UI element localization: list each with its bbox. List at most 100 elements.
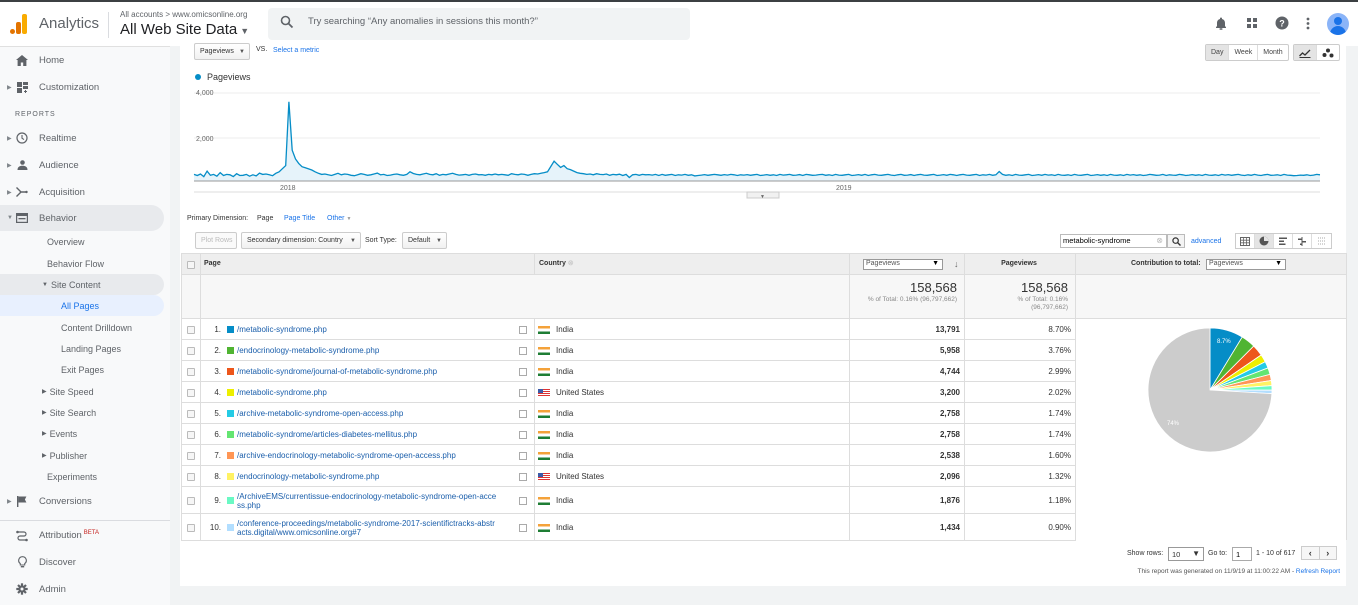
page-link[interactable]: /ArchiveEMS/currentissue-endocrinology-m… — [237, 492, 496, 510]
contribution-selector[interactable]: Pageviews ▼ — [1206, 259, 1286, 270]
sidebar-item-acquisition[interactable]: ▶ Acquisition — [0, 179, 164, 205]
sidebar-item-behavior-flow[interactable]: Behavior Flow — [0, 253, 164, 274]
data-table-view-button[interactable] — [1236, 234, 1255, 248]
sidebar-item-content-drilldown[interactable]: Content Drilldown — [0, 317, 164, 338]
page-link[interactable]: /metabolic-syndrome.php — [237, 325, 327, 334]
help-icon[interactable]: ? — [1274, 15, 1290, 31]
search-box[interactable] — [268, 8, 690, 40]
open-link-icon[interactable] — [519, 368, 527, 376]
primary-dimension-other[interactable]: Other ▼ — [327, 215, 351, 222]
sidebar-item-conversions[interactable]: ▶ Conversions — [0, 488, 164, 514]
column-header-country[interactable]: Country ⊗ — [539, 259, 574, 267]
open-link-icon[interactable] — [519, 524, 527, 532]
page-link[interactable]: /metabolic-syndrome/articles-diabetes-me… — [237, 430, 417, 439]
row-checkbox[interactable] — [187, 326, 195, 334]
open-link-icon[interactable] — [519, 347, 527, 355]
sidebar-item-audience[interactable]: ▶ Audience — [0, 152, 164, 178]
secondary-dimension-selector[interactable]: Secondary dimension: Country ▼ — [241, 232, 361, 249]
page-link[interactable]: /metabolic-syndrome.php — [237, 388, 327, 397]
sidebar-item-attribution[interactable]: Attribution BETA — [0, 523, 164, 549]
page-link[interactable]: /conference-proceedings/metabolic-syndro… — [237, 519, 495, 537]
open-link-icon[interactable] — [519, 389, 527, 397]
primary-dimension-page[interactable]: Page — [257, 215, 273, 222]
breadcrumb-site[interactable]: www.omicsonline.org — [172, 10, 247, 19]
granularity-month-button[interactable]: Month — [1258, 45, 1287, 60]
metric-selector[interactable]: Pageviews ▼ — [194, 43, 250, 60]
sidebar-item-customization[interactable]: ▶ Customization — [0, 74, 164, 100]
open-link-icon[interactable] — [519, 431, 527, 439]
analytics-logo-icon[interactable] — [10, 14, 28, 34]
sidebar-item-admin[interactable]: Admin — [0, 576, 164, 602]
open-link-icon[interactable] — [519, 497, 527, 505]
performance-view-button[interactable] — [1274, 234, 1293, 248]
goto-page-input[interactable] — [1232, 547, 1252, 561]
sidebar-item-events[interactable]: ▶ Events — [0, 423, 164, 444]
sidebar-item-home[interactable]: Home — [0, 47, 164, 73]
row-checkbox[interactable] — [187, 389, 195, 397]
filter-search-button[interactable] — [1167, 234, 1185, 248]
row-checkbox[interactable] — [187, 368, 195, 376]
previous-page-button[interactable]: ‹ — [1302, 547, 1320, 559]
metric-column-selector[interactable]: Pageviews ▼ — [863, 259, 943, 270]
clear-filter-icon[interactable]: ⊗ — [1156, 236, 1163, 245]
pie-chart-view-button[interactable] — [1255, 234, 1274, 248]
select-all-checkbox[interactable] — [187, 261, 195, 269]
page-link[interactable]: /archive-endocrinology-metabolic-syndrom… — [237, 451, 456, 460]
open-link-icon[interactable] — [519, 326, 527, 334]
page-link[interactable]: /endocrinology-metabolic-syndrome.php — [237, 346, 379, 355]
column-header-page[interactable]: Page — [204, 260, 221, 267]
open-link-icon[interactable] — [519, 452, 527, 460]
row-checkbox[interactable] — [187, 410, 195, 418]
page-link[interactable]: /metabolic-syndrome/journal-of-metabolic… — [237, 367, 437, 376]
sort-type-selector[interactable]: Default ▼ — [402, 232, 447, 249]
advanced-filter-link[interactable]: advanced — [1191, 238, 1221, 245]
primary-dimension-page-title[interactable]: Page Title — [284, 215, 315, 222]
property-selector[interactable]: All Web Site Data ▼ — [120, 21, 249, 38]
row-checkbox[interactable] — [187, 347, 195, 355]
account-avatar[interactable] — [1327, 13, 1349, 35]
show-rows-selector[interactable]: 10 ▼ — [1168, 547, 1204, 561]
plot-rows-button[interactable]: Plot Rows — [195, 232, 237, 249]
sidebar-item-overview[interactable]: Overview — [0, 231, 164, 252]
page-link[interactable]: /archive-metabolic-syndrome-open-access.… — [237, 409, 403, 418]
row-checkbox[interactable] — [187, 473, 195, 481]
sidebar-item-site-search[interactable]: ▶ Site Search — [0, 402, 164, 423]
remove-dimension-icon[interactable]: ⊗ — [568, 260, 574, 267]
sidebar-item-landing-pages[interactable]: Landing Pages — [0, 338, 164, 359]
column-header-pageviews[interactable]: Pageviews — [964, 260, 1074, 267]
table-filter-box[interactable]: ⊗ — [1060, 234, 1167, 248]
line-chart-button[interactable] — [1294, 45, 1317, 60]
sidebar-item-exit-pages[interactable]: Exit Pages — [0, 359, 164, 380]
motion-chart-button[interactable] — [1317, 45, 1339, 60]
sidebar-item-site-content[interactable]: ▼ Site Content — [0, 274, 164, 295]
row-checkbox[interactable] — [187, 497, 195, 505]
next-page-button[interactable]: › — [1320, 547, 1337, 559]
open-link-icon[interactable] — [519, 473, 527, 481]
refresh-report-link[interactable]: Refresh Report — [1296, 568, 1340, 575]
select-metric-link[interactable]: Select a metric — [273, 47, 319, 54]
apps-grid-icon[interactable] — [1244, 15, 1260, 31]
sort-descending-icon[interactable]: ↓ — [954, 259, 959, 269]
bell-icon[interactable] — [1213, 15, 1229, 31]
breadcrumb[interactable]: All accounts > www.omicsonline.org — [120, 10, 247, 19]
breadcrumb-all-accounts[interactable]: All accounts — [120, 10, 163, 19]
comparison-view-button[interactable] — [1293, 234, 1312, 248]
search-input[interactable] — [306, 15, 676, 28]
row-checkbox[interactable] — [187, 452, 195, 460]
open-link-icon[interactable] — [519, 410, 527, 418]
sidebar-item-publisher[interactable]: ▶ Publisher — [0, 445, 164, 466]
sidebar-item-all-pages[interactable]: All Pages — [0, 295, 164, 316]
page-link[interactable]: /endocrinology-metabolic-syndrome.php — [237, 472, 379, 481]
row-checkbox[interactable] — [187, 431, 195, 439]
term-cloud-view-button[interactable] — [1312, 234, 1331, 248]
granularity-day-button[interactable]: Day — [1206, 45, 1230, 60]
sidebar-item-behavior[interactable]: ▼ Behavior — [0, 205, 164, 231]
sidebar-item-realtime[interactable]: ▶ Realtime — [0, 125, 164, 151]
table-filter-input[interactable] — [1063, 236, 1153, 245]
sidebar-item-site-speed[interactable]: ▶ Site Speed — [0, 381, 164, 402]
row-checkbox[interactable] — [187, 524, 195, 532]
sidebar-item-discover[interactable]: Discover — [0, 549, 164, 575]
more-vert-icon[interactable] — [1300, 15, 1316, 31]
granularity-week-button[interactable]: Week — [1229, 45, 1259, 60]
sidebar-item-experiments[interactable]: Experiments — [0, 466, 164, 487]
